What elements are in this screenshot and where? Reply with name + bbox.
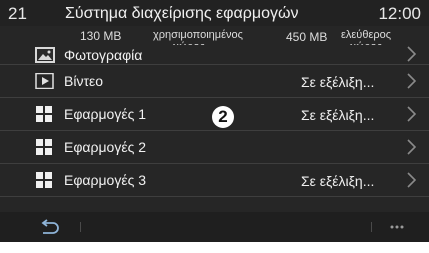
- app-row-apps-2[interactable]: Εφαρμογές 2: [0, 131, 429, 164]
- chevron-right-icon: [407, 46, 417, 62]
- more-icon[interactable]: [388, 220, 406, 234]
- clock: 12:00: [378, 4, 421, 23]
- apps-grid-icon: [36, 139, 52, 155]
- chevron-right-icon: [407, 172, 417, 188]
- free-storage-size: 450 MB: [286, 30, 328, 44]
- app-name: Εφαρμογές 1: [64, 106, 146, 122]
- chevron-right-icon: [407, 139, 417, 155]
- bottom-bar: [0, 212, 429, 242]
- app-manager-screen: 21 Σύστημα διαχείρισης εφαρμογών 12:00 1…: [0, 0, 429, 253]
- status-bar: 21 Σύστημα διαχείρισης εφαρμογών 12:00: [0, 0, 429, 26]
- free-storage-label-line1: ελεύθερος: [341, 29, 392, 41]
- app-name: Βίντεο: [64, 73, 104, 89]
- apps-grid-icon: [36, 172, 52, 188]
- divider: [371, 222, 372, 232]
- video-icon: [35, 73, 54, 89]
- callout-marker: 2: [212, 106, 234, 128]
- app-status: Σε εξέλιξη...: [301, 74, 375, 90]
- divider: [80, 222, 81, 232]
- back-icon[interactable]: [38, 219, 60, 235]
- photo-icon: [35, 47, 55, 63]
- chevron-right-icon: [407, 73, 417, 89]
- app-row-video[interactable]: Βίντεο Σε εξέλιξη...: [0, 65, 429, 98]
- app-row-apps-3[interactable]: Εφαρμογές 3 Σε εξέλιξη...: [0, 164, 429, 197]
- app-row-photo[interactable]: Φωτογραφία: [0, 45, 429, 65]
- used-storage-size: 130 MB: [80, 29, 122, 43]
- app-status: Σε εξέλιξη...: [301, 173, 375, 189]
- frame-border: [0, 242, 429, 253]
- app-name: Φωτογραφία: [64, 47, 143, 63]
- page-title: Σύστημα διαχείρισης εφαρμογών: [65, 5, 299, 22]
- apps-grid-icon: [36, 106, 52, 122]
- used-storage-label-line1: χρησιμοποιημένος: [153, 29, 243, 41]
- chevron-right-icon: [407, 106, 417, 122]
- app-name: Εφαρμογές 3: [64, 172, 146, 188]
- status-left-value: 21: [8, 4, 27, 23]
- app-name: Εφαρμογές 2: [64, 139, 146, 155]
- app-status: Σε εξέλιξη...: [301, 107, 375, 123]
